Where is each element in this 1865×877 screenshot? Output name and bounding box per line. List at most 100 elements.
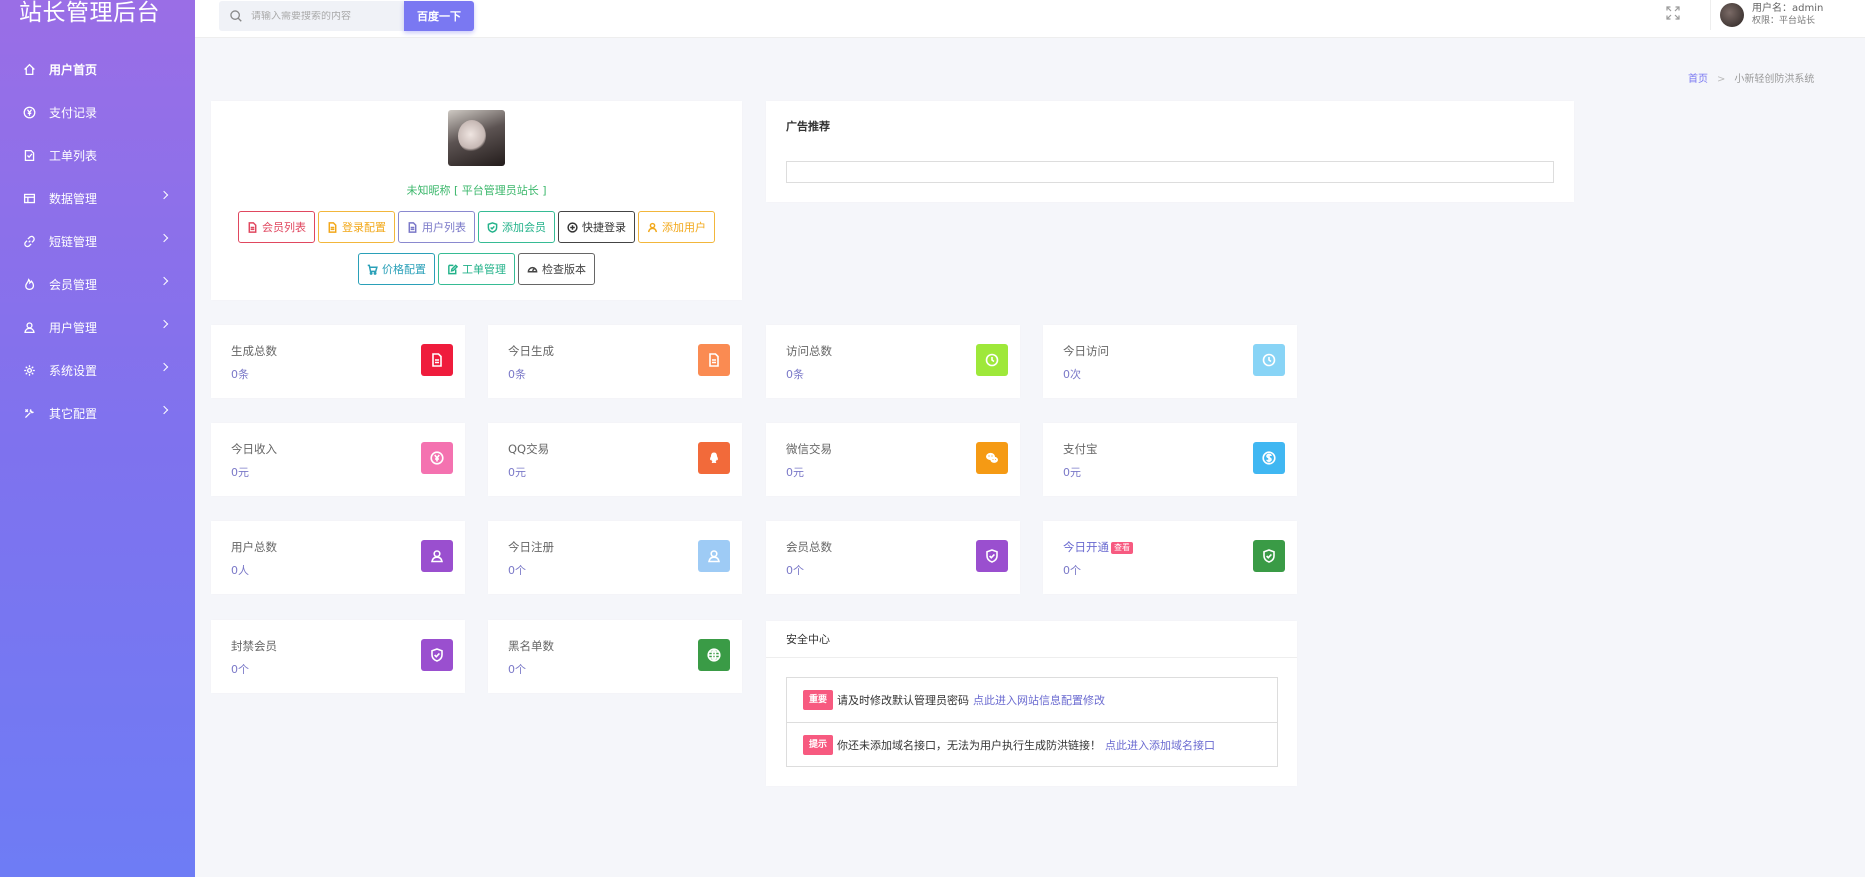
- clock-icon: [1253, 344, 1285, 376]
- sidebar-item-member-management[interactable]: 会员管理: [0, 263, 195, 306]
- home-icon: [22, 63, 36, 77]
- shield-check-icon: [976, 540, 1008, 572]
- breadcrumb: 首页 > 小新轻创防洪系统: [1688, 70, 1814, 85]
- gear-icon: [22, 364, 36, 378]
- stat-card-blacklist: 黑名单数 0个: [488, 620, 742, 693]
- security-alert-item: 重要 请及时修改默认管理员密码 点此进入网站信息配置修改: [787, 678, 1277, 722]
- app-title: 站长管理后台: [19, 0, 160, 26]
- sidebar-item-user-management[interactable]: 用户管理: [0, 306, 195, 349]
- breadcrumb-home-link[interactable]: 首页: [1688, 74, 1708, 85]
- globe-icon: [698, 639, 730, 671]
- stat-value: 0条: [508, 368, 526, 381]
- sidebar-item-ticket-list[interactable]: 工单列表: [0, 134, 195, 177]
- member-list-button[interactable]: 会员列表: [238, 211, 315, 243]
- stat-label: 会员总数: [786, 540, 832, 554]
- site-config-link[interactable]: 点此进入网站信息配置修改: [973, 692, 1105, 708]
- view-badge[interactable]: 查看: [1111, 541, 1133, 554]
- stat-value: 0元: [508, 466, 526, 479]
- sidebar-item-label: 会员管理: [49, 278, 98, 292]
- search-button[interactable]: 百度一下: [404, 1, 474, 31]
- add-member-button[interactable]: 添加会员: [478, 211, 555, 243]
- sidebar-item-label: 工单列表: [49, 149, 98, 163]
- tools-icon: [22, 407, 36, 421]
- plus-circle-icon: [567, 221, 578, 233]
- stat-card-today-registrations: 今日注册 0个: [488, 521, 742, 594]
- sidebar-item-user-home[interactable]: 用户首页: [0, 48, 195, 91]
- user-icon: [698, 540, 730, 572]
- chevron-right-icon: [159, 233, 169, 243]
- role-label: 权限：平台站长: [1752, 16, 1816, 26]
- stat-value: 0元: [231, 466, 249, 479]
- search-box: [219, 1, 404, 31]
- database-icon: [22, 192, 36, 206]
- sidebar-item-data-management[interactable]: 数据管理: [0, 177, 195, 220]
- ad-title: 广告推荐: [786, 120, 830, 133]
- profile-card: 未知昵称 [ 平台管理员站长 ] 会员列表 登录配置 用户列表 添加会员 快捷登…: [211, 101, 742, 300]
- stat-value: 0次: [1063, 368, 1081, 381]
- breadcrumb-separator: >: [1717, 74, 1726, 85]
- security-alert-list: 重要 请及时修改默认管理员密码 点此进入网站信息配置修改 提示 你还未添加域名接…: [786, 677, 1278, 767]
- stat-card-alipay: 支付宝 0元: [1043, 423, 1297, 496]
- sidebar-item-system-settings[interactable]: 系统设置: [0, 349, 195, 392]
- chevron-right-icon: [159, 190, 169, 200]
- sidebar-item-label: 支付记录: [49, 106, 98, 120]
- quick-login-button[interactable]: 快捷登录: [558, 211, 635, 243]
- sidebar-item-shortlink-management[interactable]: 短链管理: [0, 220, 195, 263]
- sidebar: 站长管理后台 用户首页 支付记录 工单列表 数据管理 短链管理 会员管理 用户管…: [0, 0, 195, 877]
- ticket-management-button[interactable]: 工单管理: [438, 253, 515, 285]
- stat-card-wechat-trades: 微信交易 0元: [766, 423, 1020, 496]
- stat-card-total-generated: 生成总数 0条: [211, 325, 465, 398]
- sidebar-item-label: 数据管理: [49, 192, 98, 206]
- quick-actions-row-2: 价格配置 工单管理 检查版本: [211, 253, 742, 285]
- search-input[interactable]: [251, 10, 391, 22]
- sidebar-item-label: 其它配置: [49, 407, 98, 421]
- security-center-card: 安全中心 重要 请及时修改默认管理员密码 点此进入网站信息配置修改 提示 你还未…: [766, 621, 1297, 786]
- stat-value: 0个: [231, 663, 249, 676]
- sidebar-item-payment-records[interactable]: 支付记录: [0, 91, 195, 134]
- stat-label: 支付宝: [1063, 442, 1098, 456]
- stat-card-banned-members: 封禁会员 0个: [211, 620, 465, 693]
- stat-card-today-visits: 今日访问 0次: [1043, 325, 1297, 398]
- alert-text: 请及时修改默认管理员密码: [837, 694, 970, 707]
- stat-card-qq-trades: QQ交易 0元: [488, 423, 742, 496]
- ad-card: 广告推荐: [766, 101, 1574, 202]
- stat-value: 0条: [231, 368, 249, 381]
- sidebar-item-label: 用户管理: [49, 321, 98, 335]
- fire-icon: [22, 278, 36, 292]
- stat-value: 0元: [1063, 466, 1081, 479]
- stat-label-link[interactable]: 今日开通 查看: [1063, 539, 1133, 555]
- stat-card-today-income: 今日收入 0元: [211, 423, 465, 496]
- profile-nickname: 未知昵称 [ 平台管理员站长 ]: [406, 184, 547, 197]
- stat-label: 黑名单数: [508, 639, 554, 653]
- sidebar-menu: 用户首页 支付记录 工单列表 数据管理 短链管理 会员管理 用户管理 系统设置 …: [0, 48, 195, 435]
- chevron-right-icon: [159, 276, 169, 286]
- stat-value: 0元: [786, 466, 804, 479]
- login-config-button[interactable]: 登录配置: [318, 211, 395, 243]
- stat-value: 0个: [508, 663, 526, 676]
- ticket-icon: [22, 149, 36, 163]
- check-version-button[interactable]: 检查版本: [518, 253, 595, 285]
- stat-label: 今日注册: [508, 540, 554, 554]
- user-list-button[interactable]: 用户列表: [398, 211, 475, 243]
- stat-value: 0个: [1063, 564, 1081, 577]
- stat-card-total-members: 会员总数 0个: [766, 521, 1020, 594]
- stat-label: 今日访问: [1063, 344, 1109, 358]
- fullscreen-icon[interactable]: [1665, 5, 1681, 21]
- price-config-button[interactable]: 价格配置: [358, 253, 435, 285]
- edit-icon: [448, 263, 458, 274]
- stat-card-today-activations: 今日开通 查看 0个: [1043, 521, 1297, 594]
- stat-value: 0个: [786, 564, 804, 577]
- add-user-button[interactable]: 添加用户: [638, 211, 715, 243]
- chevron-right-icon: [159, 405, 169, 415]
- user-menu[interactable]: 用户名：admin 权限：平台站长: [1710, 0, 1865, 30]
- add-domain-link[interactable]: 点此进入添加域名接口: [1105, 737, 1215, 753]
- alert-text: 你还未添加域名接口，无法为用户执行生成防洪链接！: [837, 738, 1102, 752]
- stat-label: QQ交易: [508, 442, 550, 456]
- sidebar-item-other-config[interactable]: 其它配置: [0, 392, 195, 435]
- link-icon: [22, 235, 36, 249]
- shield-check-icon: [487, 221, 498, 233]
- stat-label: 微信交易: [786, 442, 832, 456]
- document-icon: [421, 344, 453, 376]
- stat-value: 0个: [508, 564, 526, 577]
- stat-value: 0条: [786, 368, 804, 381]
